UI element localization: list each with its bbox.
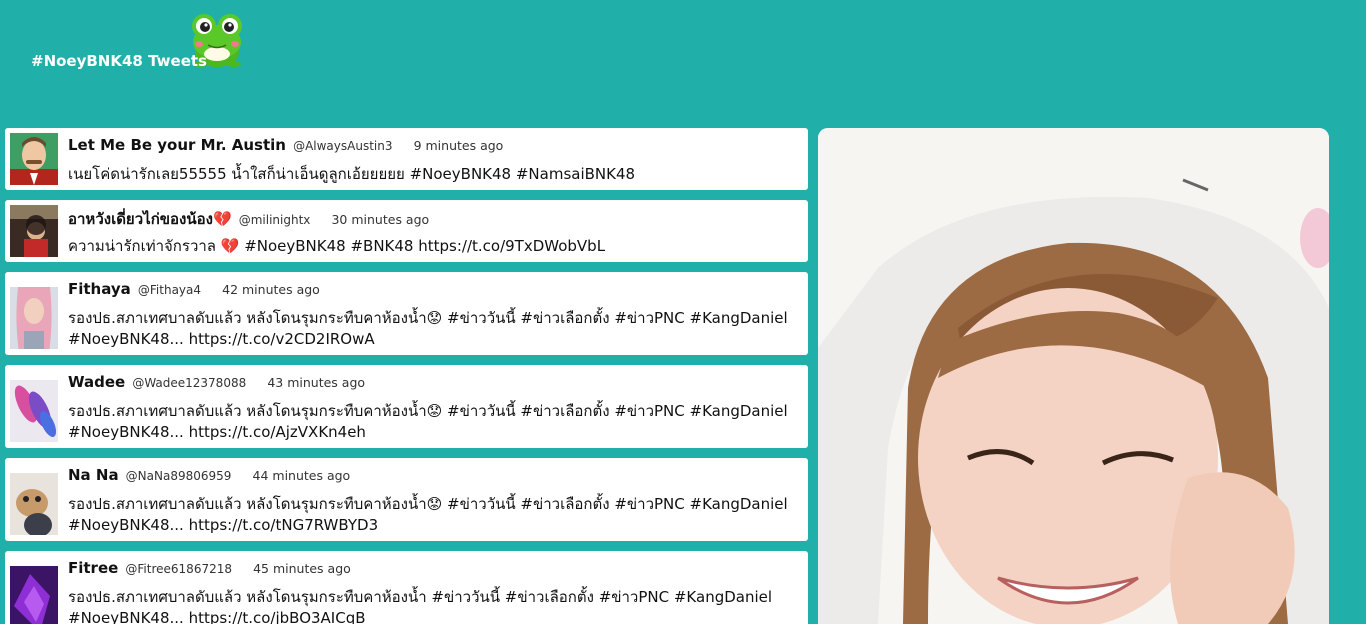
tweet-feed[interactable]: Let Me Be your Mr. Austin @AlwaysAustin3… bbox=[5, 128, 808, 624]
tweet-text: รองปธ.สภาเทศบาลดับแล้ว หลังโดนรุมกระทืบค… bbox=[68, 588, 773, 624]
tweet-card[interactable]: Fitree @Fitree61867218 45 minutes ago รอ… bbox=[5, 551, 808, 624]
tweet-text: รองปธ.สภาเทศบาลดับแล้ว หลังโดนรุมกระทืบค… bbox=[68, 495, 788, 534]
user-handle[interactable]: @milinightx bbox=[239, 213, 311, 227]
tweet-card[interactable]: Na Na @NaNa89806959 44 minutes ago รองปธ… bbox=[5, 458, 808, 541]
tweet-time: 43 minutes ago bbox=[267, 375, 366, 390]
user-avatar[interactable] bbox=[10, 463, 58, 535]
user-name[interactable]: Na Na bbox=[68, 466, 119, 484]
tweet-text: ความน่ารักเท่าจักรวาล 💔 #NoeyBNK48 #BNK4… bbox=[68, 237, 606, 255]
user-name[interactable]: Fitree bbox=[68, 559, 118, 577]
user-name[interactable]: Wadee bbox=[68, 373, 125, 391]
tweet-card[interactable]: Let Me Be your Mr. Austin @AlwaysAustin3… bbox=[5, 128, 808, 190]
user-handle[interactable]: @Fitree61867218 bbox=[125, 562, 232, 576]
user-avatar[interactable] bbox=[10, 133, 58, 185]
tweet-card[interactable]: Wadee @Wadee12378088 43 minutes ago รองป… bbox=[5, 365, 808, 448]
user-name[interactable]: Fithaya bbox=[68, 280, 131, 298]
tweet-text: รองปธ.สภาเทศบาลดับแล้ว หลังโดนรุมกระทืบค… bbox=[68, 402, 788, 441]
user-handle[interactable]: @AlwaysAustin3 bbox=[293, 139, 392, 153]
tweet-time: 45 minutes ago bbox=[253, 561, 351, 576]
tweet-time: 30 minutes ago bbox=[331, 212, 430, 227]
user-avatar[interactable] bbox=[10, 277, 58, 349]
featured-photo-image bbox=[818, 128, 1329, 624]
tweet-time: 9 minutes ago bbox=[413, 138, 504, 153]
tweet-card[interactable]: อาหวังเดี่ยวไก่ของน้อง💔 @milinightx 30 m… bbox=[5, 200, 808, 262]
user-avatar[interactable] bbox=[10, 370, 58, 442]
tweet-text: เนยโค่ดน่ารักเลย55555 น้ำใสก็น่าเอ็นดูลู… bbox=[68, 165, 636, 183]
tweet-text: รองปธ.สภาเทศบาลดับแล้ว หลังโดนรุมกระทืบค… bbox=[68, 309, 788, 348]
user-avatar[interactable] bbox=[10, 556, 58, 624]
user-avatar[interactable] bbox=[10, 205, 58, 257]
page-title: #NoeyBNK48 Tweets bbox=[31, 52, 207, 70]
tweet-time: 42 minutes ago bbox=[222, 282, 320, 297]
user-handle[interactable]: @NaNa89806959 bbox=[126, 469, 232, 483]
user-name[interactable]: Let Me Be your Mr. Austin bbox=[68, 136, 286, 154]
user-handle[interactable]: @Fithaya4 bbox=[138, 283, 201, 297]
tweet-time: 44 minutes ago bbox=[252, 468, 351, 483]
tweet-card[interactable]: Fithaya @Fithaya4 42 minutes ago รองปธ.ส… bbox=[5, 272, 808, 355]
user-handle[interactable]: @Wadee12378088 bbox=[132, 376, 246, 390]
featured-photo bbox=[818, 128, 1329, 624]
user-name[interactable]: อาหวังเดี่ยวไก่ของน้อง💔 bbox=[68, 210, 232, 228]
